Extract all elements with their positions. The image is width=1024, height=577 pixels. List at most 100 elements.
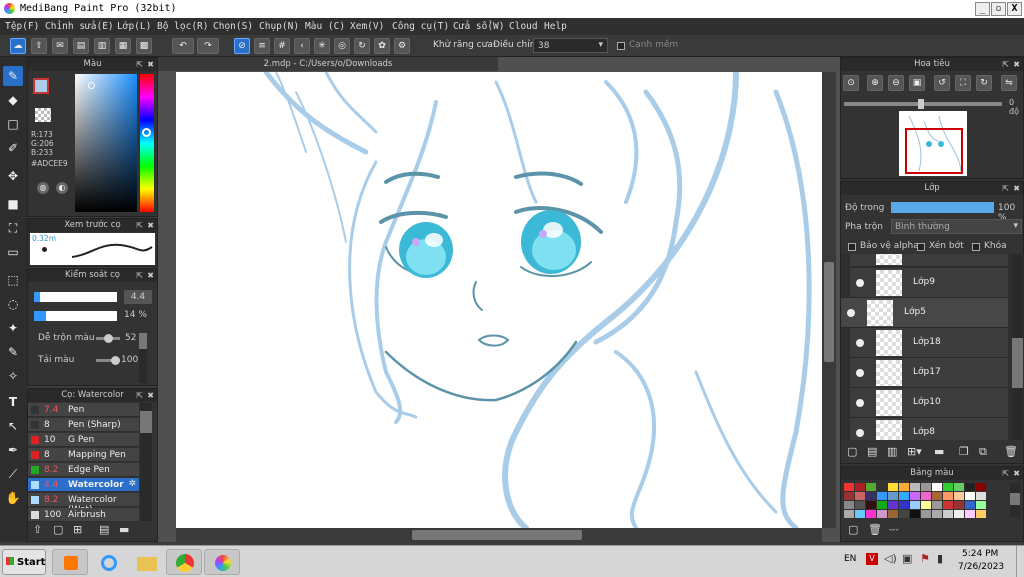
layer-list-scrollbar[interactable] [1012, 254, 1023, 440]
select-pen-icon[interactable]: ✎ [3, 342, 23, 362]
palette-swatch[interactable] [954, 510, 964, 518]
text-tool-icon[interactable]: T [3, 392, 23, 412]
palette-swatch[interactable] [844, 510, 854, 518]
menu-filter[interactable]: Bộ lọc(R) [157, 21, 208, 32]
snap-radial-icon[interactable]: ✳ [314, 38, 330, 54]
snap-off-icon[interactable]: ⊘ [234, 38, 250, 54]
snap-grid-icon[interactable]: # [274, 38, 290, 54]
cloud-upload-icon[interactable]: ☁ [10, 38, 26, 54]
undock-icon[interactable]: ⇱ [1002, 58, 1009, 71]
panels-icon[interactable]: ▩ [136, 38, 152, 54]
eye-icon[interactable] [856, 399, 864, 407]
palette-swatch[interactable] [921, 492, 931, 500]
close-button[interactable]: X [1007, 2, 1022, 16]
palette-swatch[interactable] [899, 510, 909, 518]
internet-explorer-app-icon[interactable] [90, 549, 126, 575]
primary-color-swatch[interactable] [33, 78, 49, 94]
page-icon[interactable]: ▤ [73, 38, 89, 54]
navigator-viewport-frame[interactable] [905, 128, 963, 174]
eye-icon[interactable] [847, 309, 855, 317]
undock-icon[interactable]: ⇱ [1002, 467, 1009, 480]
palette-swatch[interactable] [910, 492, 920, 500]
menu-cloud[interactable]: Cloud [509, 21, 538, 32]
select-eraser-icon[interactable]: ✧ [3, 366, 23, 386]
layer-row[interactable]: Lớp9 [850, 268, 1008, 298]
palette-swatch[interactable] [910, 510, 920, 518]
lasso-tool-icon[interactable]: ◌ [3, 294, 23, 314]
zoom-fit-icon[interactable]: ⊙ [843, 75, 859, 91]
trash-icon[interactable]: 🗑 [868, 523, 882, 536]
palette-swatch[interactable] [932, 510, 942, 518]
palette-swatch[interactable] [943, 492, 953, 500]
brush-item[interactable]: 8.2 Edge Pen [28, 463, 139, 477]
menu-color[interactable]: Màu (C) [305, 21, 345, 32]
canvas-horizontal-scrollbar[interactable] [176, 528, 822, 542]
close-panel-icon[interactable]: ✖ [1013, 467, 1020, 480]
palette-swatch[interactable] [866, 492, 876, 500]
palette-swatch[interactable] [855, 492, 865, 500]
palette-swatch[interactable] [855, 501, 865, 509]
gear-icon[interactable]: ✲ [128, 479, 136, 489]
load-slider[interactable] [96, 356, 120, 365]
magic-wand-icon[interactable]: ✦ [3, 318, 23, 338]
rotate-right-icon[interactable]: ↻ [976, 75, 992, 91]
close-panel-icon[interactable]: ✖ [147, 58, 154, 71]
eyedropper-tool-icon[interactable]: ✒ [3, 440, 23, 460]
close-panel-icon[interactable]: ✖ [147, 269, 154, 282]
transparent-color-swatch[interactable] [35, 108, 51, 122]
palette-swatch[interactable] [877, 483, 887, 491]
palette-swatch[interactable] [888, 501, 898, 509]
palette-swatch[interactable] [877, 510, 887, 518]
palette-swatch[interactable] [932, 492, 942, 500]
hue-slider[interactable] [140, 74, 154, 212]
palette-scrollbar[interactable] [1010, 483, 1020, 517]
new-brush-icon[interactable]: ▢ [53, 523, 63, 536]
blend-mode-dropdown[interactable]: Bình thường ▾ [891, 219, 1022, 234]
layer-row[interactable] [850, 254, 1008, 267]
close-panel-icon[interactable]: ✖ [147, 389, 154, 402]
snap-circle-icon[interactable]: ◎ [334, 38, 350, 54]
palette-swatch[interactable] [888, 483, 898, 491]
protect-alpha-checkbox[interactable] [848, 243, 856, 251]
bucket-tool-icon[interactable]: ⛶ [3, 218, 23, 238]
redo-icon[interactable]: ↷ [197, 38, 219, 54]
layer-row[interactable]: Lớp5 [841, 298, 1008, 328]
palette-swatch[interactable] [910, 483, 920, 491]
snap-curve-icon[interactable]: ↻ [354, 38, 370, 54]
palette-swatch[interactable] [866, 483, 876, 491]
actual-size-icon[interactable]: ▣ [909, 75, 925, 91]
brush-size-slider[interactable] [34, 292, 117, 302]
divide-tool-icon[interactable]: ⟋ [3, 464, 23, 484]
palette-swatch[interactable] [910, 501, 920, 509]
menu-file[interactable]: Tệp(F) [5, 21, 39, 32]
brush-item[interactable]: 8 Pen (Sharp) [28, 418, 139, 432]
language-indicator[interactable]: EN [844, 554, 856, 564]
menu-view[interactable]: Xem(V) [350, 21, 384, 32]
palette-swatch[interactable] [866, 510, 876, 518]
folder-icon[interactable]: ▬ [119, 523, 129, 536]
palette-swatch[interactable] [877, 501, 887, 509]
palette-swatch[interactable] [976, 483, 986, 491]
new-layer-icon[interactable]: ▢ [847, 445, 857, 458]
soft-edge-checkbox[interactable] [617, 42, 625, 50]
undock-icon[interactable]: ⇱ [1002, 182, 1009, 195]
zoom-in-icon[interactable]: ⊕ [867, 75, 883, 91]
palette-swatch[interactable] [899, 483, 909, 491]
medibang-app-icon[interactable] [204, 549, 240, 575]
snap-settings-icon[interactable]: ✿ [374, 38, 390, 54]
palette-swatch[interactable] [899, 501, 909, 509]
palette-swatch[interactable] [888, 492, 898, 500]
comment-icon[interactable]: ✉ [52, 38, 68, 54]
new-halftone-layer-icon[interactable]: ▤ [867, 445, 877, 458]
maximize-button[interactable]: ▫ [991, 2, 1006, 16]
clock-date[interactable]: 7/26/2023 [958, 562, 1004, 572]
palette-swatch[interactable] [976, 501, 986, 509]
eye-icon[interactable] [856, 429, 864, 437]
layer-row[interactable]: Lớp17 [850, 358, 1008, 388]
brush-tool-icon[interactable]: ✎ [3, 66, 23, 86]
brush-list-scrollbar[interactable] [140, 403, 152, 521]
palette-swatch[interactable] [921, 510, 931, 518]
palette-swatch[interactable] [888, 510, 898, 518]
start-button[interactable]: Start [2, 549, 46, 575]
battery-icon[interactable]: ▮ [937, 552, 943, 565]
